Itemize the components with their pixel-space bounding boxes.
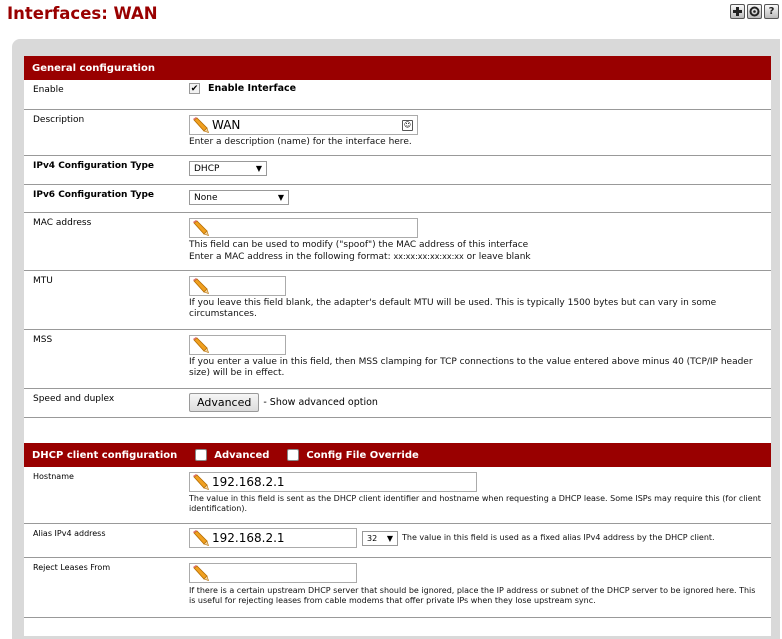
section-title: DHCP client configuration (32, 449, 178, 461)
title-icons: ? (730, 4, 779, 19)
select-value: DHCP (194, 163, 220, 174)
chevron-down-icon: ▼ (255, 164, 262, 173)
description-row: Description WAN ☺ Enter a description (n… (24, 110, 771, 156)
alias-subnet-select[interactable]: 32 ▼ (362, 530, 398, 546)
pencil-icon (192, 565, 210, 581)
help-text: If you leave this field blank, the adapt… (189, 298, 717, 319)
hostname-input[interactable]: 192.168.2.1 (189, 472, 477, 492)
config-override-checkbox[interactable] (287, 449, 300, 461)
input-value: WAN (212, 118, 241, 132)
help-text: This field can be used to modify ("spoof… (189, 240, 529, 250)
alias-input[interactable]: 192.168.2.1 (189, 528, 357, 548)
ipv6-type-row: IPv6 Configuration Type None ▼ (24, 185, 771, 213)
mac-input[interactable] (189, 218, 418, 238)
reject-leases-row: Reject Leases From If there is a certain… (24, 558, 771, 618)
help-icon[interactable]: ? (764, 4, 779, 19)
advanced-button[interactable]: Advanced (189, 393, 260, 412)
select-value: None (194, 192, 218, 203)
help-text-format: Enter a MAC address in the following for… (189, 252, 531, 262)
general-config-header: General configuration (24, 56, 771, 80)
config-override-option[interactable]: Config File Override (287, 449, 419, 461)
settings-icon[interactable] (747, 4, 762, 19)
field-label: MTU (33, 276, 53, 286)
pencil-icon (192, 278, 210, 294)
ipv6-type-select[interactable]: None ▼ (189, 190, 289, 205)
field-label: Reject Leases From (33, 563, 111, 572)
mtu-row: MTU If you leave this field blank, the a… (24, 271, 771, 330)
input-value: 192.168.2.1 (212, 475, 285, 489)
advanced-option[interactable]: Advanced (195, 449, 269, 461)
help-text: The value in this field is sent as the D… (189, 494, 761, 513)
ipv4-type-select[interactable]: DHCP ▼ (189, 161, 267, 176)
field-label: Speed and duplex (33, 394, 115, 404)
field-label: Alias IPv4 address (33, 529, 106, 538)
help-text: If there is a certain upstream DHCP serv… (189, 586, 756, 605)
enable-checkbox[interactable]: ✔ (189, 83, 200, 94)
hostname-row: Hostname 192.168.2.1 The value in this f… (24, 467, 771, 524)
field-label: IPv4 Configuration Type (33, 161, 155, 171)
chevron-down-icon: ▼ (277, 193, 284, 202)
field-label: MAC address (33, 218, 92, 228)
pencil-icon (192, 530, 210, 546)
contact-card-icon[interactable]: ☺ (402, 119, 413, 131)
option-label: Config File Override (306, 449, 419, 461)
field-label: Hostname (33, 472, 74, 481)
page-title: Interfaces: WAN (7, 4, 158, 23)
field-label: MSS (33, 335, 53, 345)
section-title: General configuration (32, 62, 155, 74)
pencil-icon (192, 474, 210, 490)
field-label: Enable (33, 85, 64, 95)
pencil-icon (192, 337, 210, 353)
advanced-note: - Show advanced option (263, 397, 378, 408)
ipv4-type-row: IPv4 Configuration Type DHCP ▼ (24, 156, 771, 185)
description-input[interactable]: WAN ☺ (189, 115, 418, 135)
add-icon[interactable] (730, 4, 745, 19)
dhcp-config-header: DHCP client configuration Advanced Confi… (24, 443, 771, 467)
help-text: The value in this field is used as a fix… (402, 533, 715, 542)
enable-row: Enable ✔ Enable Interface (24, 80, 771, 110)
help-text: Enter a description (name) for the inter… (189, 137, 412, 147)
speed-row: Speed and duplex Advanced - Show advance… (24, 389, 771, 418)
mtu-input[interactable] (189, 276, 286, 296)
help-text: If you enter a value in this field, then… (189, 357, 753, 378)
pencil-icon (192, 220, 210, 236)
mac-row: MAC address This field can be used to mo… (24, 213, 771, 271)
reject-leases-input[interactable] (189, 563, 357, 583)
alias-row: Alias IPv4 address 192.168.2.1 32 ▼ The … (24, 524, 771, 558)
mss-input[interactable] (189, 335, 286, 355)
advanced-checkbox[interactable] (195, 449, 208, 461)
form-area: General configuration Enable ✔ Enable Int… (24, 56, 771, 636)
input-value: 192.168.2.1 (212, 531, 285, 545)
select-value: 32 (367, 533, 378, 543)
chevron-down-icon: ▼ (386, 533, 393, 543)
checkbox-label: Enable Interface (208, 83, 297, 94)
content-panel: General configuration Enable ✔ Enable Int… (12, 39, 780, 639)
field-label: Description (33, 115, 85, 125)
field-label: IPv6 Configuration Type (33, 190, 155, 200)
mss-row: MSS If you enter a value in this field, … (24, 330, 771, 389)
option-label: Advanced (214, 449, 270, 461)
pencil-icon (192, 117, 210, 133)
